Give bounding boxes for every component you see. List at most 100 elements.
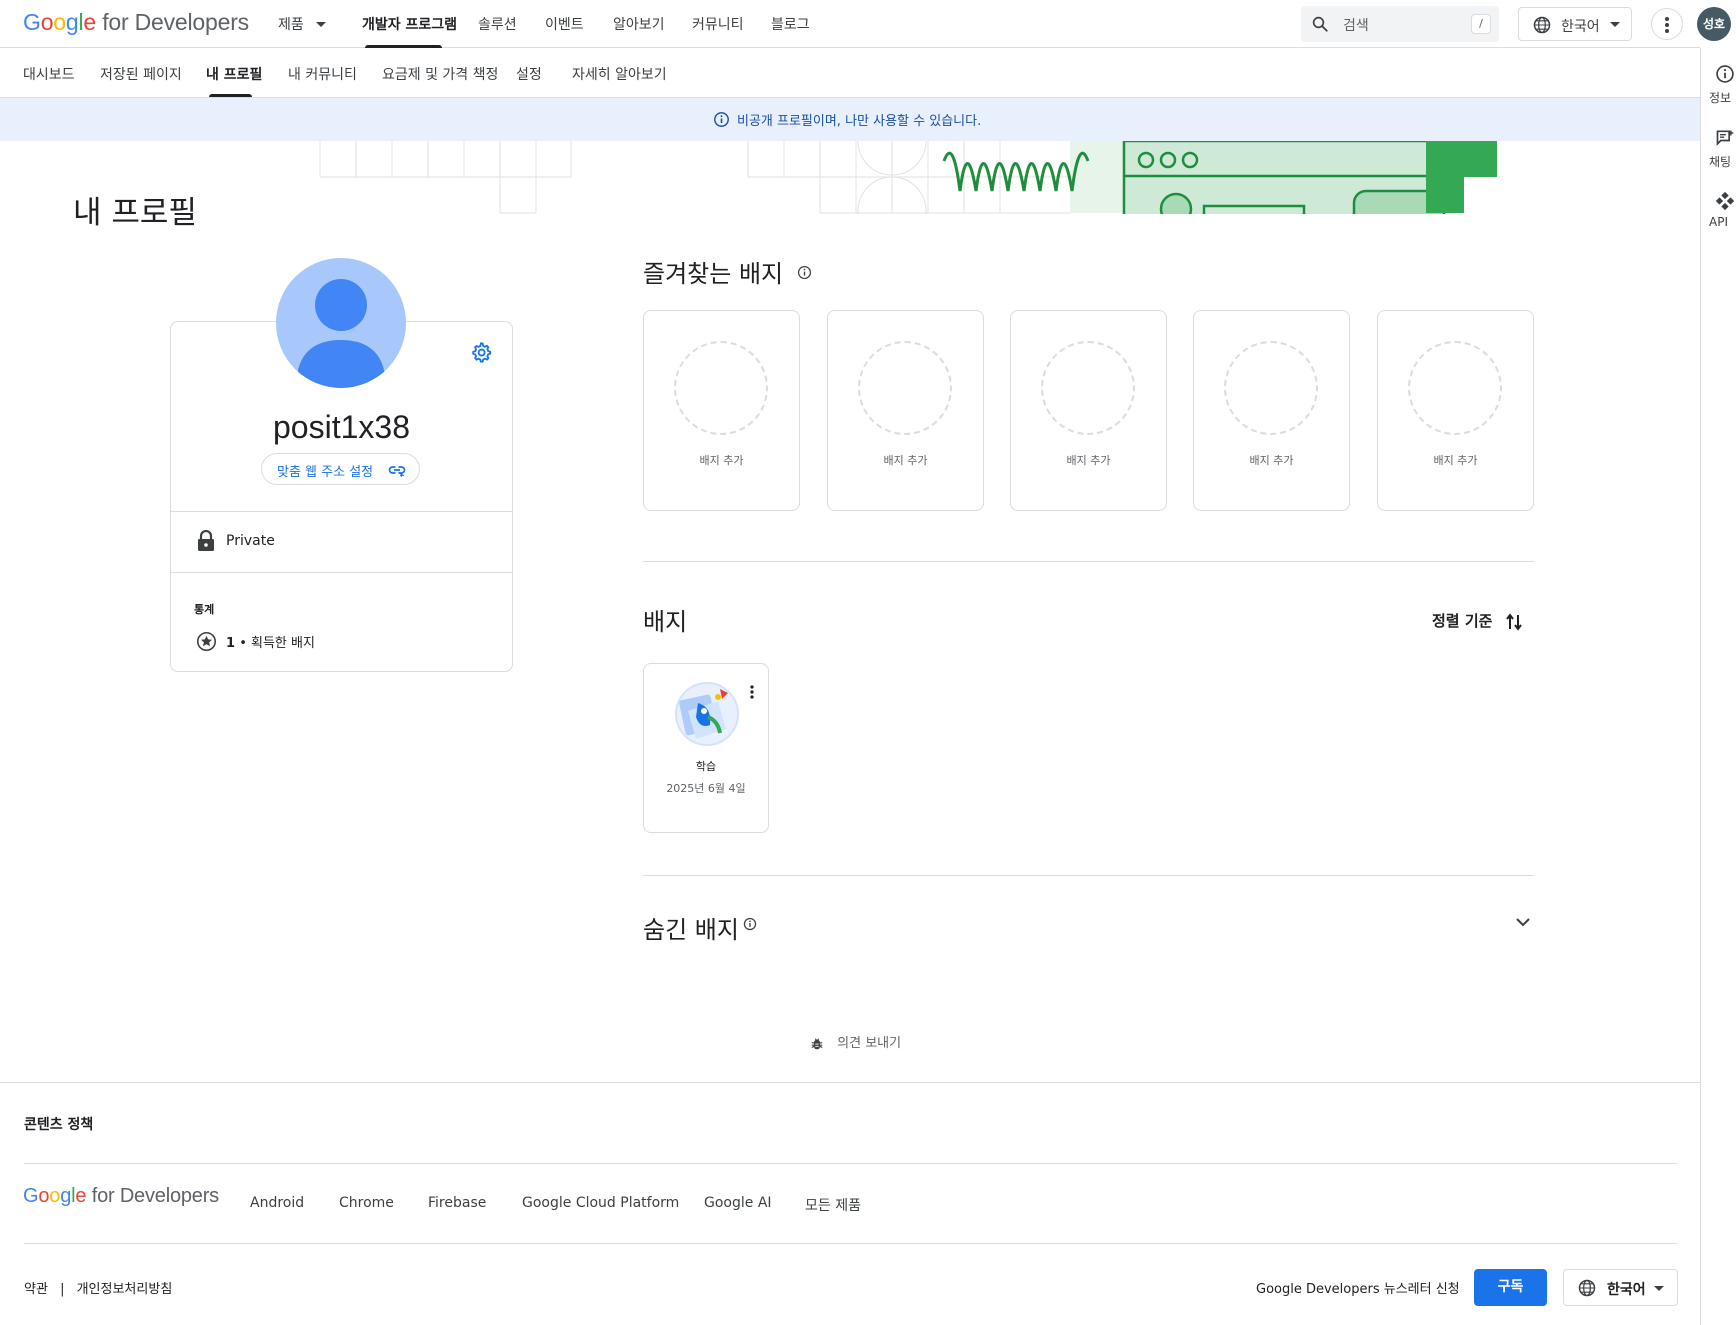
profile-username: posit1x38	[273, 409, 410, 445]
nav-blog[interactable]: 블로그	[771, 14, 810, 34]
terms-link[interactable]: 약관	[24, 1282, 48, 1297]
logo-letter: o	[49, 1185, 61, 1207]
decorative-header-illustration	[319, 141, 1497, 214]
rail-label: 정보	[1709, 91, 1732, 105]
nav-products[interactable]: 제품	[278, 14, 327, 34]
newsletter-label: Google Developers 뉴스레터 신청	[1256, 1282, 1460, 1297]
stats-heading: 통계	[194, 603, 215, 616]
banner-text: 비공개 프로필이며, 나만 사용할 수 있습니다.	[737, 114, 982, 129]
star-circle-icon	[196, 631, 217, 652]
badge-card[interactable]: 학습 2025년 6월 4일	[643, 663, 769, 833]
section-divider	[643, 875, 1534, 876]
empty-badge-placeholder	[674, 341, 768, 435]
info-icon[interactable]	[743, 917, 757, 931]
gear-icon[interactable]	[470, 341, 492, 363]
link-icon	[388, 466, 406, 477]
content-policy-link[interactable]: 콘텐츠 정책	[24, 1114, 93, 1134]
add-badge-label: 배지 추가	[883, 454, 928, 467]
tab-my-community[interactable]: 내 커뮤니티	[288, 64, 357, 84]
badge-date: 2025년 6월 4일	[666, 782, 746, 795]
google-for-developers-logo[interactable]: Google for Developers	[23, 9, 249, 36]
chevron-down-icon[interactable]	[1516, 918, 1530, 927]
active-tab-indicator	[209, 94, 252, 97]
rail-info[interactable]: 정보	[1709, 64, 1736, 106]
bug-icon	[811, 1037, 823, 1049]
footer-link-google-cloud-platform[interactable]: Google Cloud Platform	[522, 1195, 679, 1211]
separator: •	[239, 636, 247, 651]
add-favorite-badge-slot[interactable]: 배지 추가	[643, 310, 800, 511]
person-icon	[296, 279, 386, 388]
footer-link-all-products[interactable]: 모든 제품	[805, 1195, 861, 1215]
language-label: 한국어	[1561, 19, 1600, 35]
logo-letter: e	[75, 1185, 87, 1207]
nav-developer-programs[interactable]: 개발자 프로그램	[362, 14, 457, 34]
footer-divider	[24, 1163, 1677, 1164]
add-favorite-badge-slot[interactable]: 배지 추가	[827, 310, 984, 511]
nav-events[interactable]: 이벤트	[545, 14, 584, 34]
add-badge-label: 배지 추가	[1066, 454, 1111, 467]
sort-button[interactable]: 정렬 기준	[1432, 610, 1522, 631]
account-avatar[interactable]: 성호	[1697, 7, 1731, 41]
footer-link-android[interactable]: Android	[250, 1195, 304, 1211]
logo-text: for Developers	[96, 9, 249, 35]
profile-avatar[interactable]	[276, 258, 406, 388]
nav-solutions[interactable]: 솔루션	[478, 14, 517, 34]
active-tab-indicator	[365, 45, 442, 48]
earned-badge-count: 1	[226, 636, 236, 651]
send-feedback-link[interactable]: 의견 보내기	[810, 1032, 901, 1051]
logo-letter: g	[65, 9, 79, 35]
legal-separator: |	[60, 1282, 65, 1297]
subscribe-button[interactable]: 구독	[1474, 1269, 1547, 1306]
lock-icon	[198, 530, 214, 551]
rail-chat[interactable]: 채팅	[1709, 128, 1736, 170]
info-icon[interactable]	[797, 265, 812, 280]
logo-letter: o	[38, 1185, 50, 1207]
tab-saved-pages[interactable]: 저장된 페이지	[100, 64, 182, 84]
language-selector[interactable]: 한국어	[1518, 7, 1632, 41]
footer-language-selector[interactable]: 한국어	[1563, 1269, 1678, 1306]
tab-pricing[interactable]: 요금제 및 가격 책정	[382, 64, 498, 84]
private-profile-banner: 비공개 프로필이며, 나만 사용할 수 있습니다.	[0, 98, 1700, 141]
search-icon	[1312, 16, 1328, 32]
custom-url-button[interactable]: 맞춤 웹 주소 설정	[261, 453, 420, 485]
more-vert-icon[interactable]	[750, 685, 754, 699]
tab-learn-more[interactable]: 자세히 알아보기	[572, 64, 667, 84]
footer-link-google-ai[interactable]: Google AI	[704, 1195, 772, 1211]
nav-learn[interactable]: 알아보기	[613, 14, 665, 34]
footer-legal: 약관 | 개인정보처리방침	[24, 1278, 172, 1297]
language-label: 한국어	[1607, 1282, 1646, 1298]
tab-settings[interactable]: 설정	[516, 64, 542, 84]
empty-badge-placeholder	[1408, 341, 1502, 435]
more-options-button[interactable]	[1651, 8, 1683, 40]
footer-divider	[24, 1243, 1677, 1244]
search-input[interactable]: 검색 /	[1301, 6, 1499, 42]
logo-letter: o	[53, 9, 66, 35]
add-favorite-badge-slot[interactable]: 배지 추가	[1010, 310, 1167, 511]
feedback-label: 의견 보내기	[837, 1036, 902, 1051]
sort-icon	[1505, 612, 1522, 631]
privacy-policy-link[interactable]: 개인정보처리방침	[77, 1282, 173, 1297]
caret-down-icon	[1654, 1286, 1664, 1291]
empty-badge-placeholder	[1041, 341, 1135, 435]
search-shortcut-key: /	[1471, 14, 1491, 34]
info-icon	[1716, 65, 1734, 83]
footer-google-for-developers-logo[interactable]: Google for Developers	[23, 1185, 219, 1208]
add-badge-label: 배지 추가	[1249, 454, 1294, 467]
sort-label: 정렬 기준	[1432, 612, 1493, 630]
more-vert-icon	[1665, 17, 1669, 33]
footer-link-firebase[interactable]: Firebase	[428, 1195, 486, 1211]
card-divider	[170, 572, 513, 573]
stats-earned-badges: 1 • 획득한 배지	[226, 632, 315, 651]
add-favorite-badge-slot[interactable]: 배지 추가	[1377, 310, 1534, 511]
hidden-badges-heading: 숨긴 배지	[643, 916, 739, 944]
add-favorite-badge-slot[interactable]: 배지 추가	[1193, 310, 1350, 511]
add-badge-label: 배지 추가	[699, 454, 744, 467]
custom-url-label: 맞춤 웹 주소 설정	[277, 465, 374, 480]
tab-my-profile[interactable]: 내 프로필	[206, 64, 262, 84]
footer-link-chrome[interactable]: Chrome	[339, 1195, 394, 1211]
tab-dashboard[interactable]: 대시보드	[23, 64, 75, 84]
rail-api[interactable]: API	[1709, 190, 1736, 229]
privacy-status: Private	[226, 533, 275, 549]
empty-badge-placeholder	[858, 341, 952, 435]
nav-community[interactable]: 커뮤니티	[692, 14, 744, 34]
